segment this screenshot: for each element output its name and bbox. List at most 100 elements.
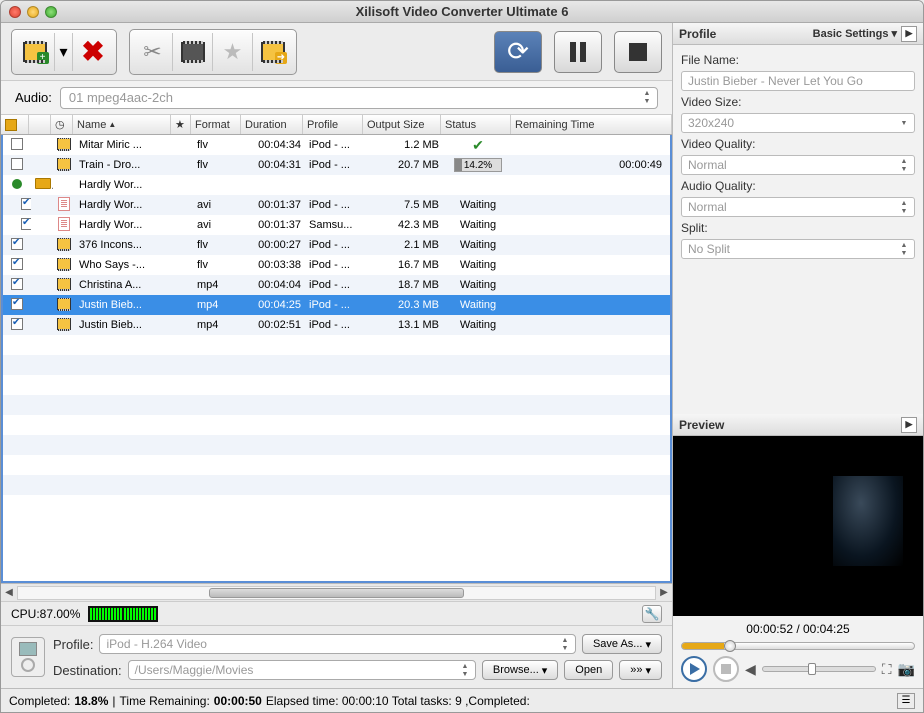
table-row[interactable]: Hardly Wor... <box>3 175 670 195</box>
filename-field[interactable]: Justin Bieber - Never Let You Go <box>681 71 915 91</box>
film-icon <box>57 138 71 150</box>
scroll-track[interactable] <box>17 586 656 600</box>
videosize-select[interactable]: 320x240▼ <box>681 113 915 133</box>
scroll-right-button[interactable]: ▶ <box>656 587 672 598</box>
preview-collapse-button[interactable]: ▶ <box>901 417 917 433</box>
row-size: 13.1 MB <box>365 319 443 331</box>
col-remaining[interactable]: Remaining Time <box>511 115 672 134</box>
row-duration: 00:02:51 <box>243 319 305 331</box>
row-status: Waiting <box>443 299 513 311</box>
mute-icon[interactable]: ◀ <box>745 661 756 678</box>
row-duration: 00:03:38 <box>243 259 305 271</box>
effects-button[interactable]: ★ <box>213 33 253 71</box>
volume-slider[interactable] <box>762 666 876 672</box>
videoq-select[interactable]: Normal▲▼ <box>681 155 915 175</box>
row-checkbox[interactable] <box>11 298 23 310</box>
row-checkbox[interactable] <box>21 218 31 230</box>
open-button[interactable]: Open <box>564 660 613 680</box>
row-status: Waiting <box>443 219 513 231</box>
pause-button[interactable] <box>554 31 602 73</box>
stepper-icon: ▲▼ <box>896 157 912 175</box>
fullscreen-icon[interactable]: ⛶ <box>882 661 892 678</box>
col-icon[interactable] <box>29 115 51 134</box>
audio-label: Audio: <box>15 90 52 105</box>
row-profile: iPod - ... <box>305 139 365 151</box>
profile-panel-body: File Name: Justin Bieber - Never Let You… <box>673 45 923 267</box>
cut-button[interactable]: ✂ <box>133 33 173 71</box>
col-duration[interactable]: Duration <box>241 115 303 134</box>
row-status: ✔ <box>443 137 513 154</box>
table-row[interactable]: Hardly Wor...avi00:01:37iPod - ...7.5 MB… <box>3 195 670 215</box>
panel-collapse-button[interactable]: ▶ <box>901 26 917 42</box>
cpu-bar: CPU:87.00% 🔧 <box>1 601 672 625</box>
destination-field[interactable]: /Users/Maggie/Movies ▲▼ <box>128 660 476 680</box>
row-status: Waiting <box>443 319 513 331</box>
preview-video[interactable] <box>673 436 923 616</box>
col-check[interactable] <box>1 115 29 134</box>
table-row[interactable]: Train - Dro...flv00:04:31iPod - ...20.7 … <box>3 155 670 175</box>
chevron-down-icon: ▾ <box>645 664 651 677</box>
row-size: 20.7 MB <box>365 159 443 171</box>
play-icon <box>690 663 700 675</box>
window-title: Xilisoft Video Converter Ultimate 6 <box>1 4 923 19</box>
transfer-button[interactable]: »»▾ <box>619 660 662 680</box>
stop-button[interactable] <box>614 31 662 73</box>
document-icon <box>58 197 70 211</box>
convert-button[interactable]: ⟳ <box>494 31 542 73</box>
split-select[interactable]: No Split▲▼ <box>681 239 915 259</box>
table-row[interactable]: Justin Bieb...mp400:04:25iPod - ...20.3 … <box>3 295 670 315</box>
clip-button[interactable] <box>173 33 213 71</box>
table-row[interactable]: Christina A...mp400:04:04iPod - ...18.7 … <box>3 275 670 295</box>
save-as-button[interactable]: Save As...▾ <box>582 634 662 654</box>
browse-button[interactable]: Browse...▾ <box>482 660 558 680</box>
film-icon <box>57 238 71 250</box>
table-row[interactable]: Justin Bieb...mp400:02:51iPod - ...13.1 … <box>3 315 670 335</box>
row-checkbox[interactable] <box>11 318 23 330</box>
row-profile: Samsu... <box>305 219 365 231</box>
col-name[interactable]: Name▲ <box>73 115 171 134</box>
col-status[interactable]: Status <box>441 115 511 134</box>
table-row[interactable]: Who Says -...flv00:03:38iPod - ...16.7 M… <box>3 255 670 275</box>
row-status: Waiting <box>443 259 513 271</box>
log-button[interactable]: ☰ <box>897 693 915 709</box>
preview-seek-slider[interactable] <box>681 642 915 650</box>
row-checkbox[interactable] <box>11 138 23 150</box>
preview-stop-button[interactable] <box>713 656 739 682</box>
refresh-icon: ⟳ <box>507 36 529 67</box>
row-checkbox[interactable] <box>11 278 23 290</box>
audioq-select[interactable]: Normal▲▼ <box>681 197 915 217</box>
scroll-thumb[interactable] <box>209 588 464 598</box>
table-row[interactable]: Mitar Miric ...flv00:04:34iPod - ...1.2 … <box>3 135 670 155</box>
remove-button[interactable]: ✖ <box>73 33 113 71</box>
settings-mode-dropdown[interactable]: Basic Settings▾ <box>813 27 897 40</box>
table-row[interactable]: 376 Incons...flv00:00:27iPod - ...2.1 MB… <box>3 235 670 255</box>
col-output-size[interactable]: Output Size <box>363 115 441 134</box>
row-checkbox[interactable] <box>11 158 23 170</box>
add-file-dropdown[interactable]: ▾ <box>55 33 73 71</box>
row-profile: iPod - ... <box>305 299 365 311</box>
merge-button[interactable]: ➜ <box>253 33 293 71</box>
preview-play-button[interactable] <box>681 656 707 682</box>
row-status: Waiting <box>443 199 513 211</box>
star-icon: ★ <box>223 39 243 65</box>
audio-select[interactable]: 01 mpeg4aac-2ch ▲▼ <box>60 87 658 109</box>
row-checkbox[interactable] <box>21 198 31 210</box>
col-clock[interactable]: ◷ <box>51 115 73 134</box>
h-scrollbar[interactable]: ◀ ▶ <box>1 583 672 601</box>
col-profile[interactable]: Profile <box>303 115 363 134</box>
film-icon <box>57 278 71 290</box>
chevron-right-icon: ▶ <box>906 28 913 39</box>
row-format: mp4 <box>193 299 243 311</box>
settings-button[interactable]: 🔧 <box>642 605 662 623</box>
profile-select[interactable]: iPod - H.264 Video ▲▼ <box>99 634 575 654</box>
row-checkbox[interactable] <box>11 238 23 250</box>
col-star[interactable]: ★ <box>171 115 191 134</box>
col-format[interactable]: Format <box>191 115 241 134</box>
row-checkbox[interactable] <box>11 258 23 270</box>
snapshot-icon[interactable]: 📷 <box>898 661 915 678</box>
scroll-left-button[interactable]: ◀ <box>1 587 17 598</box>
chevron-down-icon: ▾ <box>59 42 67 62</box>
add-file-button[interactable]: + <box>15 33 55 71</box>
stop-icon <box>721 664 731 674</box>
table-row[interactable]: Hardly Wor...avi00:01:37Samsu...42.3 MBW… <box>3 215 670 235</box>
